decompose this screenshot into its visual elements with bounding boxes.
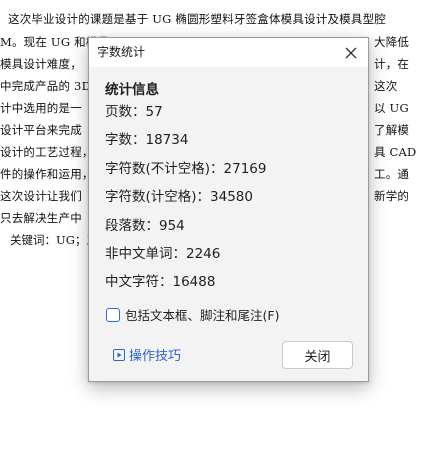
doc-fragment: 大降低: [374, 35, 410, 49]
close-button[interactable]: 关闭: [282, 341, 353, 369]
doc-line: 计中选用的是一: [0, 101, 82, 115]
include-textboxes-checkbox[interactable]: [106, 307, 120, 322]
doc-line: 中完成产品的 3D: [0, 79, 91, 93]
doc-line: 这次设计让我们: [0, 189, 82, 203]
doc-line: 这次毕业设计的课题是基于 UG 椭圆形塑料牙签盒体模具设计及模具型腔: [8, 12, 386, 26]
keywords-line: 关键词：UG；牙: [10, 233, 98, 247]
include-textboxes-checkbox-row[interactable]: 包括文本框、脚注和尾注(F): [106, 305, 279, 324]
close-icon[interactable]: [340, 42, 362, 64]
stat-paragraphs: 段落数：954: [105, 217, 185, 234]
doc-fragment: 工。通: [374, 167, 410, 181]
section-title: 统计信息: [105, 82, 159, 98]
dialog-title: 字数统计: [97, 45, 146, 59]
doc-line: 只去解决生产中: [0, 211, 82, 225]
play-icon: [113, 348, 125, 361]
stat-non-chinese-words: 非中文单词：2246: [105, 245, 221, 262]
stat-chars-no-spaces: 字符数(不计空格)：27169: [105, 160, 267, 177]
dialog-title-bar[interactable]: 字数统计: [89, 38, 368, 67]
doc-fragment: 具 CAD: [374, 145, 417, 159]
doc-fragment: 新学的: [374, 189, 410, 203]
word-count-dialog: 字数统计 统计信息 页数：57 字数：18734 字符数(不计空格)：27169…: [88, 37, 369, 382]
doc-fragment: 这次: [374, 79, 398, 93]
doc-line: 设计的工艺过程，: [0, 145, 94, 159]
checkbox-label: 包括文本框、脚注和尾注(F): [125, 308, 280, 323]
doc-line: 设计平台来完成: [0, 123, 82, 137]
stat-pages: 页数：57: [105, 104, 163, 120]
doc-line: 模具设计难度，: [0, 57, 82, 71]
doc-fragment: 了解模: [374, 123, 410, 137]
stat-chars-with-spaces: 字符数(计空格)：34580: [105, 189, 253, 206]
stats-list: 页数：57 字数：18734 字符数(不计空格)：27169 字符数(计空格)：…: [105, 98, 266, 297]
stat-words: 字数：18734: [105, 132, 189, 149]
tips-link[interactable]: 操作技巧: [113, 345, 181, 364]
doc-fragment: 以 UG: [374, 101, 409, 115]
stat-chinese-chars: 中文字符：16488: [105, 274, 216, 291]
doc-line: 件的操作和运用，: [0, 167, 94, 181]
doc-fragment: 计，在: [374, 57, 410, 71]
tips-label: 操作技巧: [129, 349, 182, 364]
